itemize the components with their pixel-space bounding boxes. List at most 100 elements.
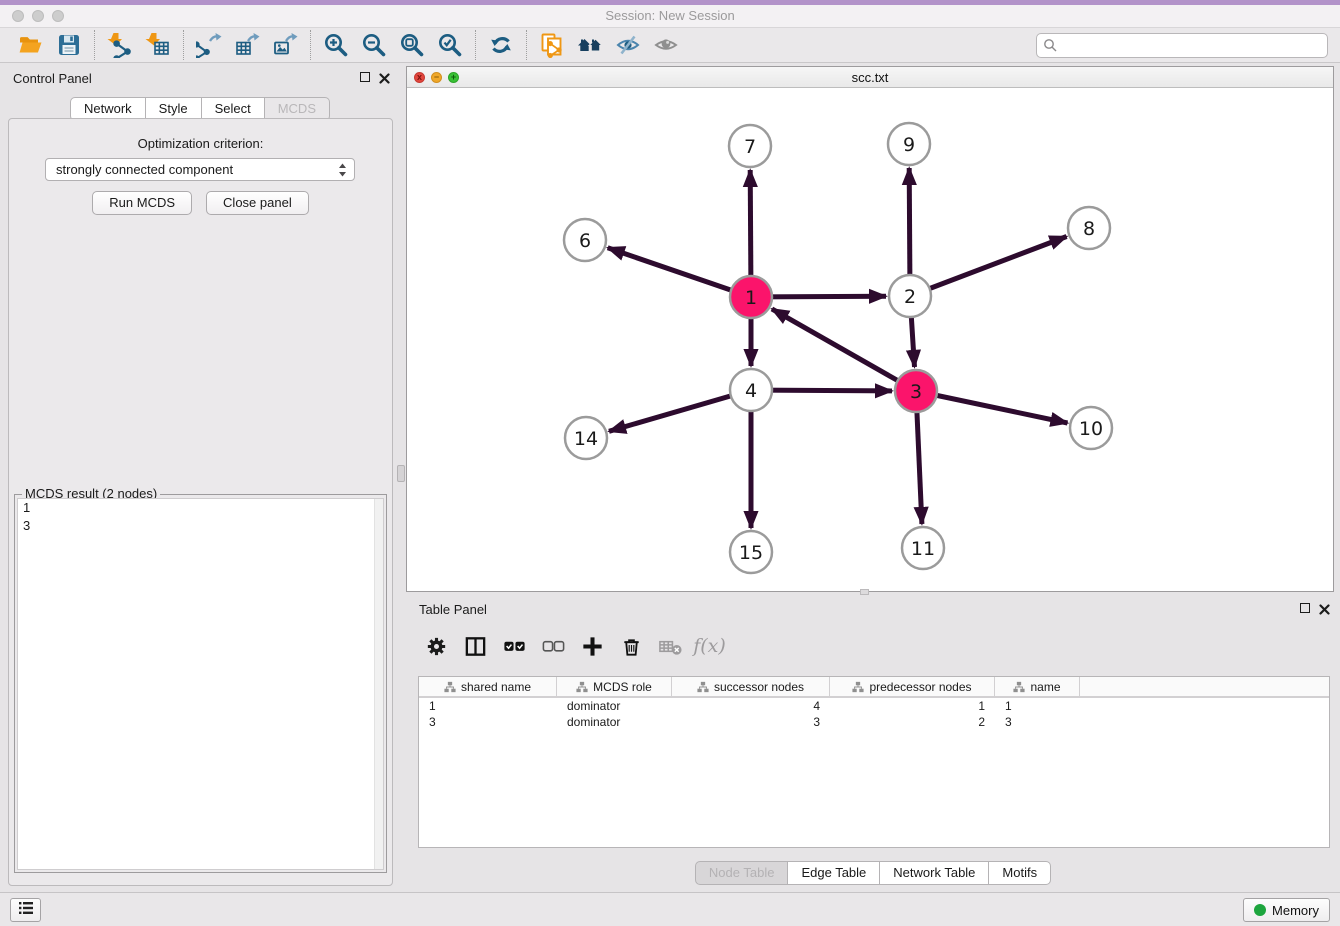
search-field-wrap: [1036, 33, 1328, 58]
select-all-checkboxes-icon[interactable]: [496, 628, 533, 664]
float-table-panel-icon[interactable]: [1300, 603, 1310, 613]
node-1[interactable]: 1: [730, 276, 772, 318]
table-toolbar: f(x): [418, 624, 1330, 668]
node-3[interactable]: 3: [895, 370, 937, 412]
table-cell[interactable]: 1: [995, 698, 1080, 714]
node-6[interactable]: 6: [564, 219, 606, 261]
table-cell[interactable]: 1: [830, 698, 995, 714]
main-area: Control Panel NetworkStyleSelectMCDS Opt…: [0, 63, 1340, 892]
copy-network-icon[interactable]: [533, 30, 571, 60]
node-label: 10: [1079, 418, 1103, 440]
criterion-select[interactable]: strongly connected component: [45, 158, 355, 181]
network-canvas[interactable]: 7 9 6 8 1 2 4 3 14 10 15 11: [407, 88, 1333, 591]
open-folder-icon[interactable]: [12, 30, 50, 60]
eye-slash-icon[interactable]: [609, 30, 647, 60]
control-panel-title: Control Panel: [13, 71, 92, 86]
tab-motifs[interactable]: Motifs: [989, 861, 1051, 885]
node-2[interactable]: 2: [889, 275, 931, 317]
close-table-panel-icon[interactable]: [1319, 602, 1330, 613]
table-header-row: shared nameMCDS rolesuccessor nodes prede…: [419, 677, 1329, 698]
zoom-selected-icon[interactable]: [431, 30, 469, 60]
add-row-icon[interactable]: [574, 628, 611, 664]
node-label: 11: [911, 538, 935, 560]
node-11[interactable]: 11: [902, 527, 944, 569]
column-header-MCDS-role[interactable]: MCDS role: [557, 677, 672, 696]
toolbar-group: [526, 30, 691, 60]
table-tabs: Node TableEdge TableNetwork TableMotifs: [406, 861, 1340, 885]
save-icon[interactable]: [50, 30, 88, 60]
export-image-icon[interactable]: [266, 30, 304, 60]
tab-network-table[interactable]: Network Table: [880, 861, 989, 885]
destroy-table-icon: [652, 628, 689, 664]
table-row[interactable]: 3dominator323: [419, 714, 1329, 730]
function-builder-icon: f(x): [691, 628, 728, 664]
column-header-name[interactable]: name: [995, 677, 1080, 696]
edge-1-6[interactable]: [608, 248, 751, 297]
memory-button[interactable]: Memory: [1243, 898, 1330, 922]
edge-3-10[interactable]: [916, 391, 1068, 423]
panel-splitter-handle[interactable]: [397, 465, 405, 482]
network-window-title: scc.txt: [407, 70, 1333, 85]
close-panel-button[interactable]: Close panel: [206, 191, 309, 215]
node-label: 2: [904, 286, 916, 308]
gear-icon[interactable]: [418, 628, 455, 664]
houses-icon[interactable]: [571, 30, 609, 60]
function-builder-label: f(x): [693, 635, 726, 657]
node-label: 14: [574, 428, 598, 450]
node-9[interactable]: 9: [888, 123, 930, 165]
refresh-icon[interactable]: [482, 30, 520, 60]
zoom-out-icon[interactable]: [355, 30, 393, 60]
table-cell[interactable]: 4: [672, 698, 830, 714]
split-columns-icon[interactable]: [457, 628, 494, 664]
node-7[interactable]: 7: [729, 125, 771, 167]
task-history-button[interactable]: [10, 898, 41, 922]
result-scrollbar[interactable]: [374, 499, 383, 869]
control-panel-header: Control Panel: [0, 63, 400, 93]
network-window-titlebar[interactable]: x − + scc.txt: [407, 67, 1333, 88]
column-header-predecessor-nodes[interactable]: predecessor nodes: [830, 677, 995, 696]
node-10[interactable]: 10: [1070, 407, 1112, 449]
column-header-shared-name[interactable]: shared name: [419, 677, 557, 696]
hierarchy-icon: [1013, 681, 1025, 693]
import-network-icon[interactable]: [101, 30, 139, 60]
export-table-icon[interactable]: [228, 30, 266, 60]
column-header-successor-nodes[interactable]: successor nodes: [672, 677, 830, 696]
edge-2-8[interactable]: [910, 237, 1067, 297]
table-panel-title: Table Panel: [419, 602, 487, 617]
mcds-result-line: 1: [18, 499, 383, 517]
node-15[interactable]: 15: [730, 531, 772, 573]
node-label: 6: [579, 230, 591, 252]
table-cell[interactable]: 3: [419, 714, 557, 730]
eye-icon[interactable]: [647, 30, 685, 60]
toolbar-group: [310, 30, 475, 60]
table-cell[interactable]: dominator: [557, 714, 672, 730]
deselect-all-checkboxes-icon[interactable]: [535, 628, 572, 664]
export-network-icon[interactable]: [190, 30, 228, 60]
float-panel-icon[interactable]: [360, 72, 370, 82]
table-cell[interactable]: dominator: [557, 698, 672, 714]
node-4[interactable]: 4: [730, 369, 772, 411]
hierarchy-icon: [697, 681, 709, 693]
import-table-icon[interactable]: [139, 30, 177, 60]
edge-3-1[interactable]: [772, 309, 916, 391]
table-cell[interactable]: 3: [672, 714, 830, 730]
table-cell[interactable]: 1: [419, 698, 557, 714]
zoom-fit-icon[interactable]: [393, 30, 431, 60]
node-14[interactable]: 14: [565, 417, 607, 459]
column-header-label: name: [1030, 680, 1060, 694]
column-header-label: predecessor nodes: [869, 680, 971, 694]
hierarchy-icon: [444, 681, 456, 693]
table-cell[interactable]: 2: [830, 714, 995, 730]
table-row[interactable]: 1dominator411: [419, 698, 1329, 714]
tab-node-table[interactable]: Node Table: [695, 861, 789, 885]
tab-edge-table[interactable]: Edge Table: [788, 861, 880, 885]
close-panel-icon[interactable]: [379, 71, 390, 82]
zoom-in-icon[interactable]: [317, 30, 355, 60]
table-cell[interactable]: 3: [995, 714, 1080, 730]
mcds-result-textarea[interactable]: 13: [17, 498, 384, 870]
delete-row-icon[interactable]: [613, 628, 650, 664]
optimization-criterion-label: Optimization criterion:: [9, 136, 392, 151]
search-input[interactable]: [1036, 33, 1328, 58]
run-mcds-button[interactable]: Run MCDS: [92, 191, 192, 215]
node-8[interactable]: 8: [1068, 207, 1110, 249]
